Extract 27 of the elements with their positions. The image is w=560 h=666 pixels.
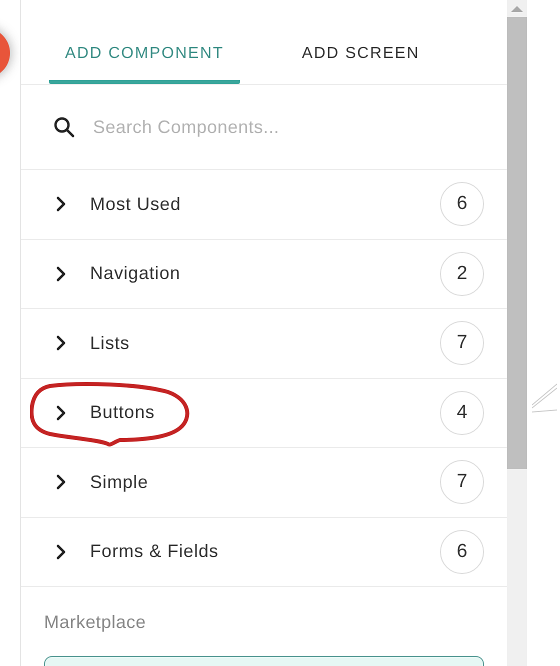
category-label: Most Used — [90, 192, 181, 216]
tab[interactable]: ADD SCREEN — [286, 28, 436, 84]
chevron-icon — [54, 473, 68, 492]
scroll-up-icon[interactable] — [511, 5, 523, 13]
count-badge: 6 — [440, 182, 484, 226]
scrollbar-thumb[interactable] — [507, 17, 527, 469]
count-badge: 2 — [440, 252, 484, 296]
count-badge: 7 — [440, 460, 484, 504]
category-label: Lists — [90, 332, 130, 355]
category-label: Buttons — [90, 401, 155, 424]
count-badge: 6 — [440, 530, 484, 574]
category-label: Forms & Fields — [90, 540, 219, 564]
chevron-icon — [54, 334, 68, 352]
chevron-icon — [54, 404, 68, 422]
chevron-icon — [54, 195, 68, 214]
count-badge: 7 — [440, 321, 484, 366]
count-badge: 4 — [440, 390, 484, 435]
chevron-icon — [54, 542, 68, 561]
category-label: Simple — [90, 470, 148, 494]
chevron-icon — [54, 264, 68, 283]
canvas-lines-drawing — [532, 383, 557, 413]
search-icon — [53, 116, 75, 138]
scrollbar[interactable] — [507, 0, 527, 666]
section-heading: Marketplace — [44, 612, 146, 632]
tab[interactable]: ADD COMPONENT — [49, 28, 240, 84]
search-field[interactable]: Search Components... — [93, 114, 475, 140]
category-label: Navigation — [90, 262, 180, 286]
